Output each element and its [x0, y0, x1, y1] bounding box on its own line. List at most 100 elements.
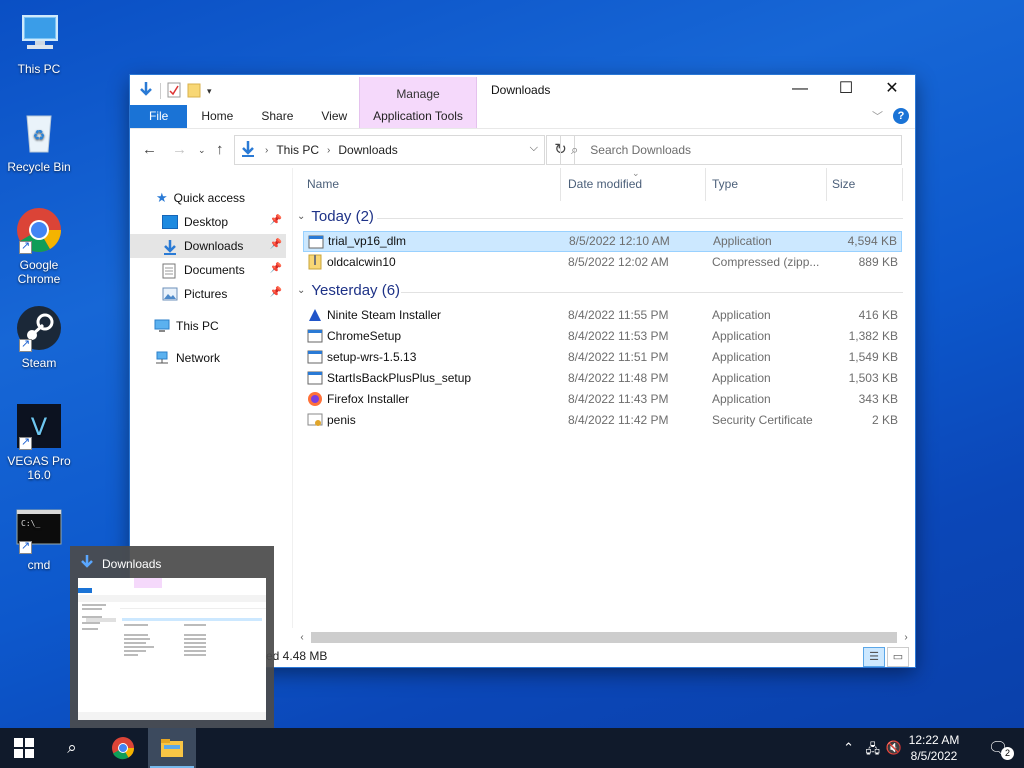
back-arrow-icon[interactable]: ←: [142, 141, 157, 158]
tab-view[interactable]: View: [307, 105, 361, 128]
group-label: Today (2): [311, 208, 374, 225]
file-date: 8/4/2022 11:48 PM: [568, 371, 669, 385]
app-file-icon: [307, 328, 323, 344]
network-icon: [154, 351, 170, 365]
breadcrumb-separator-icon[interactable]: ›: [265, 145, 268, 156]
nav-this-pc[interactable]: This PC: [130, 314, 286, 338]
file-size: 1,549 KB: [848, 350, 898, 364]
nav-quick-access[interactable]: ★ Quick access: [130, 186, 286, 210]
file-row[interactable]: trial_vp16_dlm 8/5/2022 12:10 AM Applicati…: [303, 231, 902, 252]
taskbar-file-explorer-button[interactable]: [148, 728, 196, 768]
volume-muted-icon[interactable]: 🔇: [886, 740, 902, 756]
file-row[interactable]: Firefox Installer 8/4/2022 11:43 PM Applic…: [303, 389, 902, 410]
large-icons-view-icon[interactable]: ▭: [887, 647, 909, 667]
file-type: Application: [713, 234, 772, 248]
taskbar-chrome-button[interactable]: [99, 728, 147, 768]
horizontal-scrollbar[interactable]: ‹ ›: [293, 629, 915, 646]
tab-home[interactable]: Home: [187, 105, 247, 128]
pin-icon[interactable]: 📌: [270, 287, 282, 298]
ribbon-help-area: ﹀ ?: [872, 108, 909, 124]
download-arrow-icon: [80, 554, 94, 573]
column-header-size[interactable]: Size: [827, 168, 903, 201]
group-header-today[interactable]: ⌄ Today (2): [297, 208, 374, 225]
nav-label: Quick access: [173, 191, 246, 205]
nav-network[interactable]: Network: [130, 346, 286, 370]
clock[interactable]: 12:22 AM 8/5/2022: [904, 732, 964, 764]
nav-desktop[interactable]: Desktop 📌: [130, 210, 286, 234]
forward-arrow-icon[interactable]: →: [172, 141, 187, 158]
file-row[interactable]: penis 8/4/2022 11:42 PM Security Certifica…: [303, 410, 902, 431]
search-icon: ⌕: [571, 142, 579, 157]
pin-icon[interactable]: 📌: [270, 215, 282, 226]
desktop-icon-recycle-bin[interactable]: ♻ Recycle Bin: [4, 108, 74, 174]
breadcrumb-separator-icon[interactable]: ›: [327, 145, 330, 156]
shortcut-arrow-icon: [19, 337, 32, 352]
maximize-button[interactable]: ☐: [823, 75, 869, 105]
new-folder-icon[interactable]: [187, 82, 201, 101]
file-name: Ninite Steam Installer: [327, 308, 442, 322]
search-input[interactable]: ⌕ Search Downloads: [560, 135, 902, 165]
chevron-up-icon[interactable]: ⌃: [843, 740, 854, 756]
tab-file[interactable]: File: [130, 105, 188, 128]
chevron-down-icon: ⌄: [297, 211, 306, 222]
column-header-type[interactable]: Type: [706, 168, 827, 201]
desktop-icon-cmd[interactable]: C:\_ cmd: [4, 506, 74, 572]
file-size: 889 KB: [858, 255, 898, 269]
properties-icon[interactable]: [167, 82, 181, 101]
recent-locations-icon[interactable]: ⌄: [198, 145, 206, 156]
close-button[interactable]: ✕: [869, 75, 915, 105]
desktop-icon-label: VEGAS Pro 16.0: [7, 454, 71, 482]
file-row[interactable]: setup-wrs-1.5.13 8/4/2022 11:51 PM Applica…: [303, 347, 902, 368]
nav-documents[interactable]: Documents 📌: [130, 258, 286, 282]
nav-label: Network: [176, 351, 221, 365]
nav-pictures[interactable]: Pictures 📌: [130, 282, 286, 306]
pin-icon[interactable]: 📌: [270, 239, 282, 250]
file-row[interactable]: Ninite Steam Installer 8/4/2022 11:55 PM A…: [303, 305, 902, 326]
desktop-icon-google-chrome[interactable]: Google Chrome: [4, 206, 74, 286]
nav-label: This PC: [176, 319, 219, 333]
view-buttons: ☰ ▭: [863, 647, 909, 667]
search-icon[interactable]: ⌕: [48, 728, 96, 768]
folder-icon: [161, 739, 183, 757]
desktop-icon-steam[interactable]: Steam: [4, 304, 74, 370]
address-bar-row: ← → ⌄ ↑ › This PC › Downloads ⌵ ↻ ⌕ Sear…: [130, 128, 915, 168]
details-view-icon[interactable]: ☰: [863, 647, 885, 667]
clock-time: 12:22 AM: [908, 733, 960, 747]
file-row[interactable]: oldcalcwin10 8/5/2022 12:02 AM Compressed …: [303, 252, 902, 273]
expand-ribbon-icon[interactable]: ﹀: [872, 108, 883, 124]
scroll-left-icon[interactable]: ‹: [293, 629, 311, 646]
window-title: Downloads: [491, 83, 551, 97]
file-size: 1,503 KB: [848, 371, 898, 385]
file-type: Application: [712, 392, 771, 406]
computer-icon: [154, 319, 170, 333]
taskbar-thumbnail-preview[interactable]: Downloads: [70, 546, 274, 728]
breadcrumb-this-pc[interactable]: This PC: [276, 143, 319, 157]
scrollbar-thumb[interactable]: [311, 632, 897, 643]
address-box[interactable]: › This PC › Downloads ⌵: [234, 135, 545, 165]
breadcrumb-downloads[interactable]: Downloads: [338, 143, 397, 157]
pin-icon[interactable]: 📌: [270, 263, 282, 274]
title-bar[interactable]: ▾ Manage Downloads — ☐ ✕ File Home Share…: [130, 75, 915, 128]
tab-application-tools[interactable]: Application Tools: [359, 105, 477, 128]
network-icon[interactable]: 🖧: [866, 740, 881, 762]
file-name: oldcalcwin10: [327, 255, 396, 269]
nav-downloads[interactable]: Downloads 📌: [130, 234, 286, 258]
column-header-name[interactable]: Name: [293, 168, 561, 201]
notification-center-button[interactable]: 🗨 2: [988, 738, 1014, 760]
shortcut-arrow-icon: [19, 435, 32, 450]
firefox-file-icon: [307, 391, 323, 407]
help-icon[interactable]: ?: [893, 108, 909, 124]
tab-share[interactable]: Share: [247, 105, 307, 128]
group-header-yesterday[interactable]: ⌄ Yesterday (6): [297, 282, 400, 299]
start-button[interactable]: [0, 728, 48, 768]
address-dropdown-icon[interactable]: ⌵: [530, 142, 538, 155]
up-arrow-icon[interactable]: ↑: [216, 141, 224, 158]
thumbnail-title: Downloads: [102, 556, 162, 571]
file-row[interactable]: ChromeSetup 8/4/2022 11:53 PM Application 1…: [303, 326, 902, 347]
chevron-down-icon[interactable]: ▾: [207, 86, 212, 97]
scroll-right-icon[interactable]: ›: [897, 629, 915, 646]
desktop-icon-this-pc[interactable]: This PC: [4, 10, 74, 76]
minimize-button[interactable]: —: [777, 75, 823, 105]
file-row[interactable]: StartIsBackPlusPlus_setup 8/4/2022 11:48 …: [303, 368, 902, 389]
desktop-icon-vegas-pro[interactable]: V VEGAS Pro 16.0: [4, 402, 74, 482]
